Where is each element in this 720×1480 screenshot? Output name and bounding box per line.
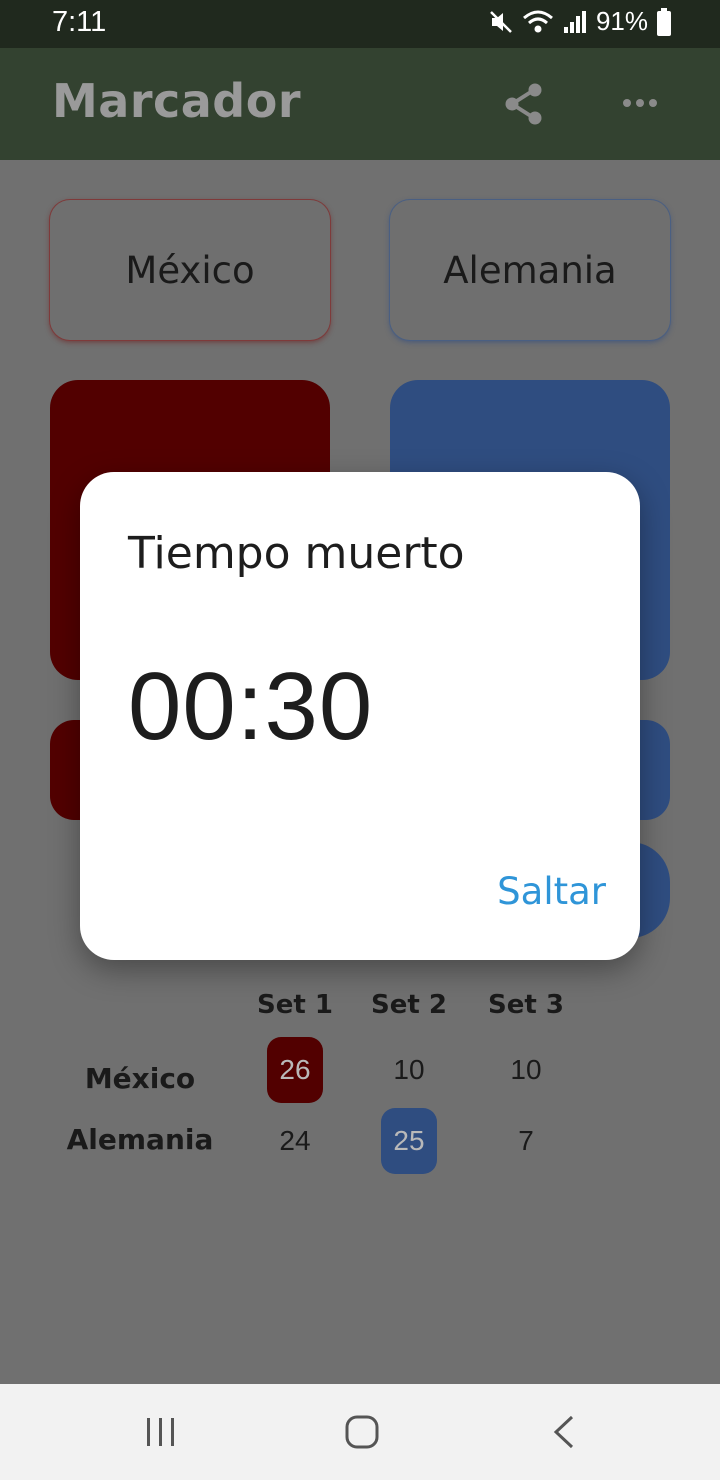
- set-header: Set 2: [371, 990, 447, 1020]
- set-score-cell: 10: [393, 1054, 425, 1085]
- timeout-dialog: Tiempo muerto 00:30 Saltar: [80, 472, 640, 960]
- set-header: Set 3: [488, 990, 564, 1020]
- recent-apps-icon[interactable]: [144, 1416, 178, 1448]
- set-score-cell: 24: [279, 1125, 311, 1156]
- team-away-button[interactable]: Alemania: [390, 200, 670, 340]
- app-bar: Marcador: [0, 48, 720, 160]
- mute-icon: [488, 9, 514, 35]
- home-icon[interactable]: [344, 1414, 380, 1450]
- timeout-timer: 00:30: [128, 653, 374, 760]
- sets-table: Set 1 Set 2 Set 3 México 26 10 10 Aleman…: [0, 980, 720, 1200]
- signal-icon: [562, 9, 588, 35]
- wifi-icon: [522, 9, 554, 35]
- skip-button[interactable]: Saltar: [497, 870, 606, 913]
- dialog-title: Tiempo muerto: [128, 528, 465, 579]
- share-icon[interactable]: [502, 82, 546, 126]
- back-icon[interactable]: [550, 1414, 578, 1450]
- set-score-cell: 25: [381, 1108, 437, 1174]
- more-icon[interactable]: [620, 90, 660, 116]
- status-icons: 91%: [488, 6, 672, 37]
- battery-text: 91%: [595, 6, 648, 36]
- status-bar: 7:11 91%: [0, 0, 720, 48]
- status-time: 7:11: [52, 6, 107, 38]
- set-score-cell: 7: [518, 1125, 534, 1156]
- row-team-label: Alemania: [66, 1123, 214, 1156]
- set-header: Set 1: [257, 990, 333, 1020]
- navigation-bar: [0, 1384, 720, 1480]
- set-score-cell: 26: [267, 1037, 323, 1103]
- team-home-button[interactable]: México: [50, 200, 330, 340]
- battery-icon: [656, 7, 672, 36]
- row-team-label: México: [84, 1062, 196, 1095]
- app-title: Marcador: [52, 74, 302, 128]
- set-score-cell: 10: [510, 1054, 542, 1085]
